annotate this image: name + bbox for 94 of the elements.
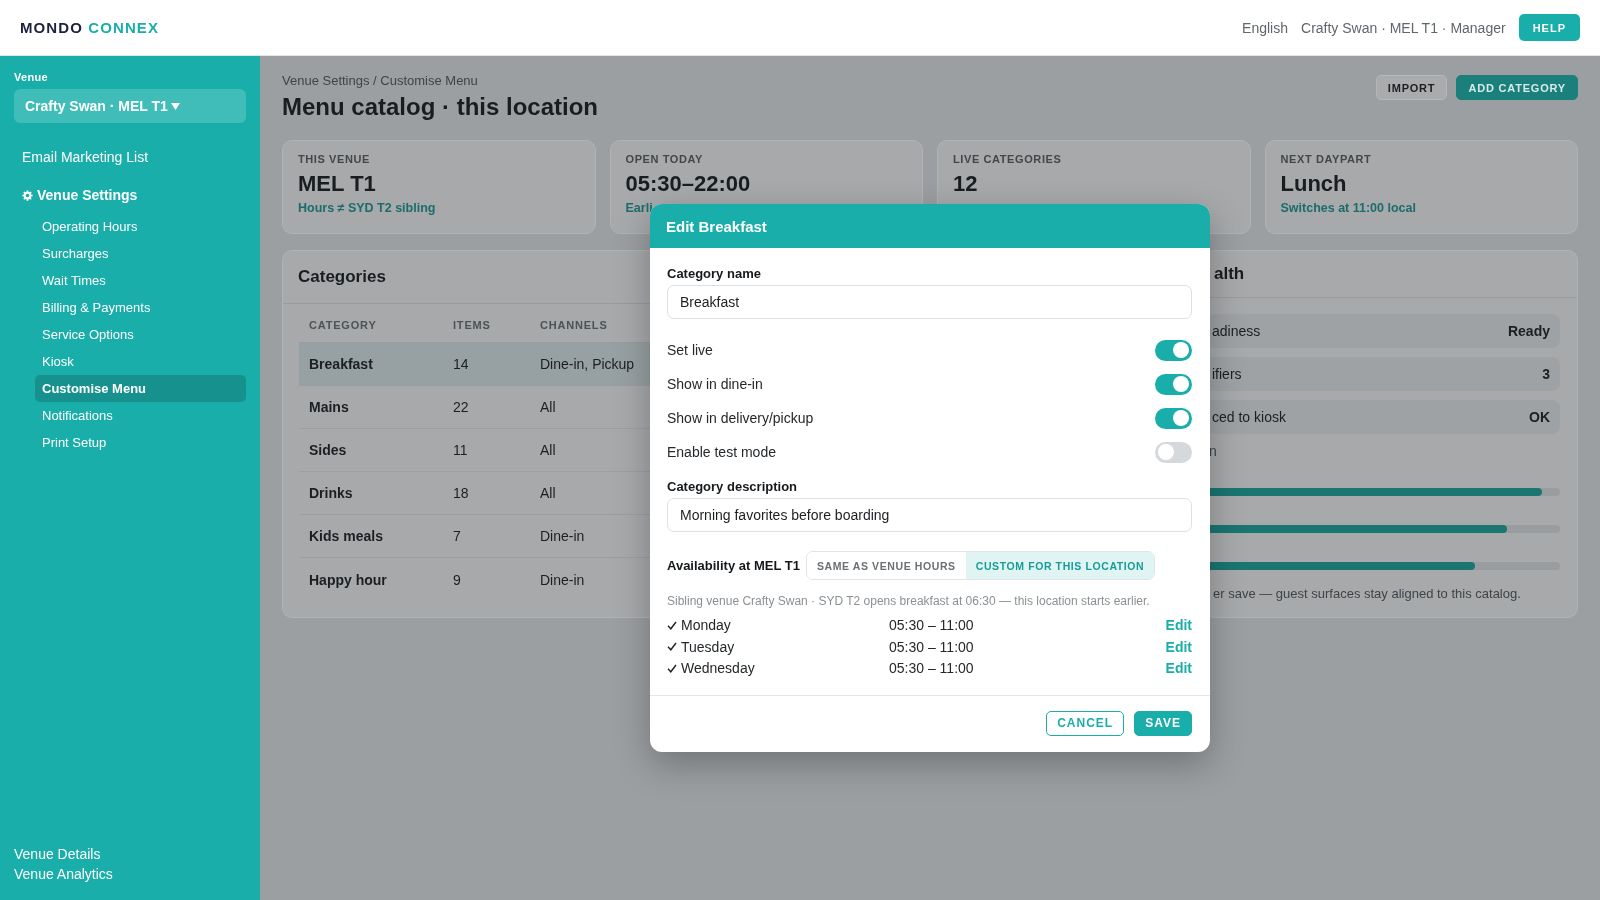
toggle-switch[interactable] xyxy=(1155,441,1192,463)
edit-link[interactable]: Edit xyxy=(1165,617,1192,633)
health-label: adiness xyxy=(1212,323,1261,339)
edit-link[interactable]: Edit xyxy=(1165,660,1192,676)
table-cell-text: All xyxy=(539,442,556,458)
stat-note: Earli xyxy=(625,201,653,216)
health-value: 3 xyxy=(1542,366,1550,382)
gear-icon xyxy=(22,189,33,201)
day-label: Tuesday xyxy=(681,638,735,655)
table-cell-text: Dine-in xyxy=(539,571,585,588)
caret-icon xyxy=(170,102,180,110)
health-note: er save — guest surfaces stay aligned to this catalog. xyxy=(1212,586,1521,602)
cancel-button[interactable]: CANCEL xyxy=(1046,710,1125,736)
text-field[interactable]: Breakfast xyxy=(667,285,1192,320)
stat-label: LIVE CATEGORIES xyxy=(953,152,1062,166)
toggle-label: Show in dine-in xyxy=(667,376,763,393)
table-cell-text: All xyxy=(539,399,556,415)
nav-link[interactable]: Venue Details xyxy=(14,844,101,864)
field-label: Category description xyxy=(667,479,798,495)
toggle-switch[interactable] xyxy=(1155,339,1192,361)
card-title: alth xyxy=(1214,264,1245,284)
nav-item[interactable]: Email Marketing List xyxy=(14,144,246,170)
table-cell-text: 18 xyxy=(452,485,469,501)
venue-dropdown[interactable]: Crafty Swan · MEL T1 xyxy=(14,89,246,123)
stat-note: Switches at 11:00 local xyxy=(1280,201,1416,216)
health-value: OK xyxy=(1529,409,1550,425)
stat-value: 05:30–22:00 xyxy=(625,171,751,197)
nav-subitem[interactable]: Surcharges xyxy=(35,240,246,267)
column-header: CHANNELS xyxy=(539,318,608,332)
stat-label: OPEN TODAY xyxy=(625,152,704,166)
table-cell-text: All xyxy=(539,485,556,501)
health-label: ced to kiosk xyxy=(1212,409,1286,425)
import-button[interactable]: IMPORT xyxy=(1375,75,1448,100)
table-cell-text: 11 xyxy=(452,442,468,458)
stat-label: THIS VENUE xyxy=(298,152,370,166)
table-cell-text: 7 xyxy=(452,528,461,544)
toggle-label: Enable test mode xyxy=(667,444,776,461)
nav-subitem[interactable]: Wait Times xyxy=(35,267,246,294)
table-cell-text: Breakfast xyxy=(308,356,373,372)
column-header: CATEGORY xyxy=(308,318,377,332)
stat-note: Hours ≠ SYD T2 sibling xyxy=(298,201,436,216)
table-cell-text: 22 xyxy=(452,399,469,415)
segment-option[interactable]: CUSTOM FOR THIS LOCATION xyxy=(965,552,1155,580)
toggle-switch[interactable] xyxy=(1155,373,1192,395)
toggle-label: Show in delivery/pickup xyxy=(667,410,814,427)
help-button[interactable]: HELP xyxy=(1518,14,1580,41)
toggle-switch[interactable] xyxy=(1155,407,1192,429)
table-cell-text: Happy hour xyxy=(308,571,387,588)
sibling-note: Sibling venue Crafty Swan · SYD T2 opens breakfast at 06:30 — this location starts earlier. xyxy=(667,593,1150,610)
nav-subitem[interactable]: Print Setup xyxy=(35,429,246,456)
edit-link[interactable]: Edit xyxy=(1165,638,1192,655)
stat-value: 12 xyxy=(953,171,978,197)
page-title: Menu catalog · this location xyxy=(282,92,599,122)
nav-link[interactable]: Venue Analytics xyxy=(14,864,113,884)
nav-subitem[interactable]: Operating Hours xyxy=(35,213,246,240)
hours-text: 05:30 – 11:00 xyxy=(889,617,974,633)
table-cell-text: Dine-in, Pickup xyxy=(539,356,635,372)
nav-subitem[interactable]: Kiosk xyxy=(35,348,246,375)
hours-text: 05:30 – 11:00 xyxy=(889,638,974,655)
day-label: Wednesday xyxy=(681,660,755,676)
hours-text: 05:30 – 11:00 xyxy=(889,660,974,676)
table-cell-text: Drinks xyxy=(308,485,353,501)
text-field[interactable]: Morning favorites before boarding xyxy=(667,498,1192,533)
brand-logo: MONDO CONNEX xyxy=(20,19,160,36)
table-cell-text: Sides xyxy=(308,442,347,458)
table-cell-text: 14 xyxy=(452,356,469,372)
modal-title: Edit Breakfast xyxy=(666,217,767,235)
column-header: ITEMS xyxy=(452,318,491,332)
health-value: Ready xyxy=(1507,323,1550,339)
stat-value: Lunch xyxy=(1280,171,1347,197)
day-label: Monday xyxy=(681,617,731,633)
nav-group[interactable]: Venue Settings xyxy=(14,182,246,208)
add-category-button[interactable]: ADD CATEGORY xyxy=(1456,75,1578,100)
stat-value: MEL T1 xyxy=(298,171,376,197)
card-title: Categories xyxy=(298,267,386,287)
section-label: n xyxy=(1208,443,1217,459)
venue-label: Venue xyxy=(14,70,48,84)
nav-subitem[interactable]: Service Options xyxy=(35,321,246,348)
save-button[interactable]: SAVE xyxy=(1134,710,1192,736)
breadcrumb: Venue Settings / Customise Menu xyxy=(282,73,478,89)
toggle-label: Set live xyxy=(667,342,713,359)
table-cell-text: 9 xyxy=(452,571,461,588)
nav-subitem[interactable]: Customise Menu xyxy=(35,375,246,402)
language-selector[interactable]: English xyxy=(1242,19,1288,36)
nav-subitem[interactable]: Notifications xyxy=(35,402,246,429)
availability-label: Availability at MEL T1 xyxy=(667,558,800,574)
field-label: Category name xyxy=(667,266,761,282)
nav-subitem[interactable]: Billing & Payments xyxy=(35,294,246,321)
stat-label: NEXT DAYPART xyxy=(1280,152,1372,166)
health-label: ifiers xyxy=(1212,366,1242,382)
user-info: Crafty Swan · MEL T1 · Manager xyxy=(1301,19,1506,36)
table-cell-text: Dine-in xyxy=(539,528,585,544)
table-cell-text: Mains xyxy=(308,399,349,415)
table-cell-text: Kids meals xyxy=(308,528,383,544)
